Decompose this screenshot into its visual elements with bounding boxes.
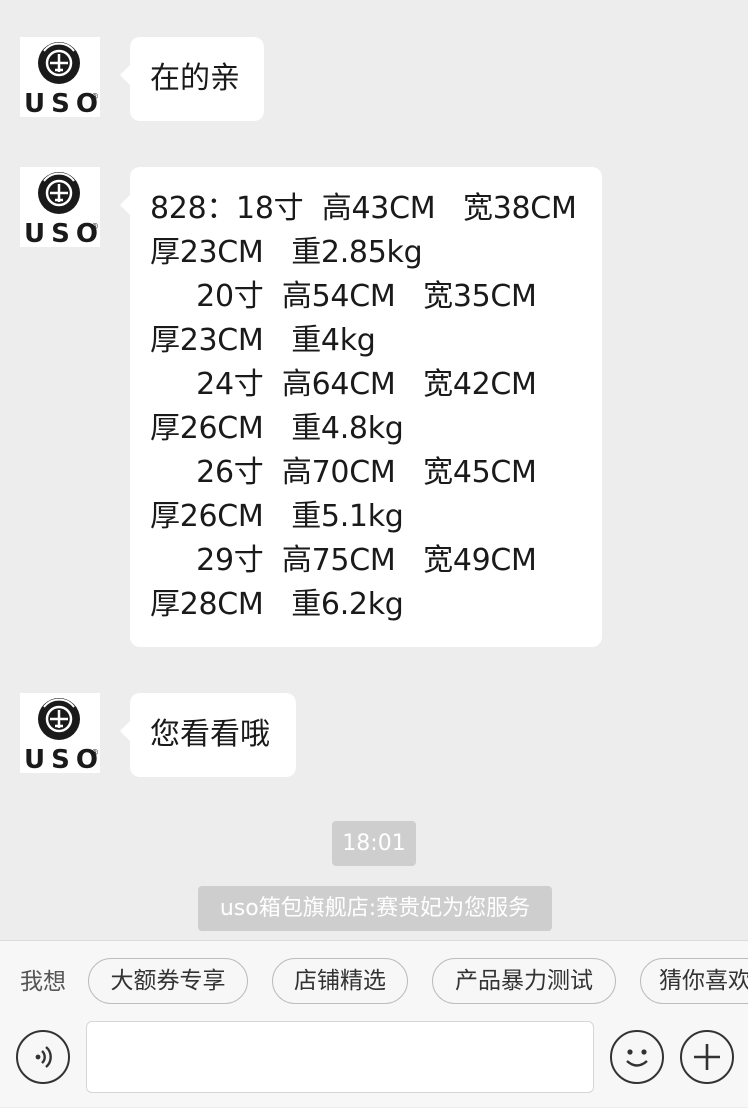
message-input[interactable] <box>86 1021 594 1093</box>
message-row: USO ® 在的亲 <box>20 37 264 121</box>
plus-icon <box>694 1044 720 1070</box>
svg-text:®: ® <box>91 92 99 101</box>
message-bubble[interactable]: 828：18寸 高43CM 宽38CM 厚23CM 重2.85kg 20寸 高5… <box>120 167 602 647</box>
avatar-brand-text: USO <box>24 219 100 247</box>
service-notice: uso箱包旗舰店:赛贵妃为您服务 <box>198 886 552 931</box>
quick-reply-recommend[interactable]: 猜你喜欢 <box>640 958 748 1004</box>
svg-text:®: ® <box>91 748 99 757</box>
quick-reply-product-test[interactable]: 产品暴力测试 <box>432 958 616 1004</box>
emoji-button[interactable] <box>610 1030 664 1084</box>
bottom-panel: 我想 大额券专享 店铺精选 产品暴力测试 猜你喜欢 <box>0 940 748 1107</box>
voice-icon <box>35 1046 52 1068</box>
timestamp-badge: 18:01 <box>332 821 416 866</box>
quick-reply-store-picks[interactable]: 店铺精选 <box>272 958 408 1004</box>
message-row: USO ® 您看看哦 <box>20 693 296 777</box>
chat-area: USO ® 在的亲 USO ® 828：18寸 高43CM 宽38CM 厚23C… <box>0 0 748 940</box>
shop-avatar[interactable]: USO ® <box>20 693 100 773</box>
avatar-brand-text: USO <box>24 89 100 117</box>
avatar-brand-text: USO <box>24 745 100 773</box>
quick-reply-bar: 我想 大额券专享 店铺精选 产品暴力测试 猜你喜欢 <box>0 941 748 1021</box>
uso-logo-icon: USO ® <box>24 698 100 773</box>
voice-button[interactable] <box>16 1030 70 1084</box>
uso-logo-icon: USO ® <box>24 172 100 247</box>
quick-reply-label: 我想 <box>20 969 66 995</box>
message-bubble[interactable]: 在的亲 <box>120 37 264 121</box>
message-bubble[interactable]: 您看看哦 <box>120 693 296 777</box>
message-row: USO ® 828：18寸 高43CM 宽38CM 厚23CM 重2.85kg … <box>20 167 602 647</box>
emoji-icon <box>626 1049 648 1067</box>
quick-reply-coupon[interactable]: 大额券专享 <box>88 958 248 1004</box>
more-button[interactable] <box>680 1030 734 1084</box>
svg-text:®: ® <box>91 222 99 231</box>
shop-avatar[interactable]: USO ® <box>20 37 100 117</box>
shop-avatar[interactable]: USO ® <box>20 167 100 247</box>
uso-logo-icon: USO ® <box>24 42 100 117</box>
input-bar <box>0 1021 748 1108</box>
